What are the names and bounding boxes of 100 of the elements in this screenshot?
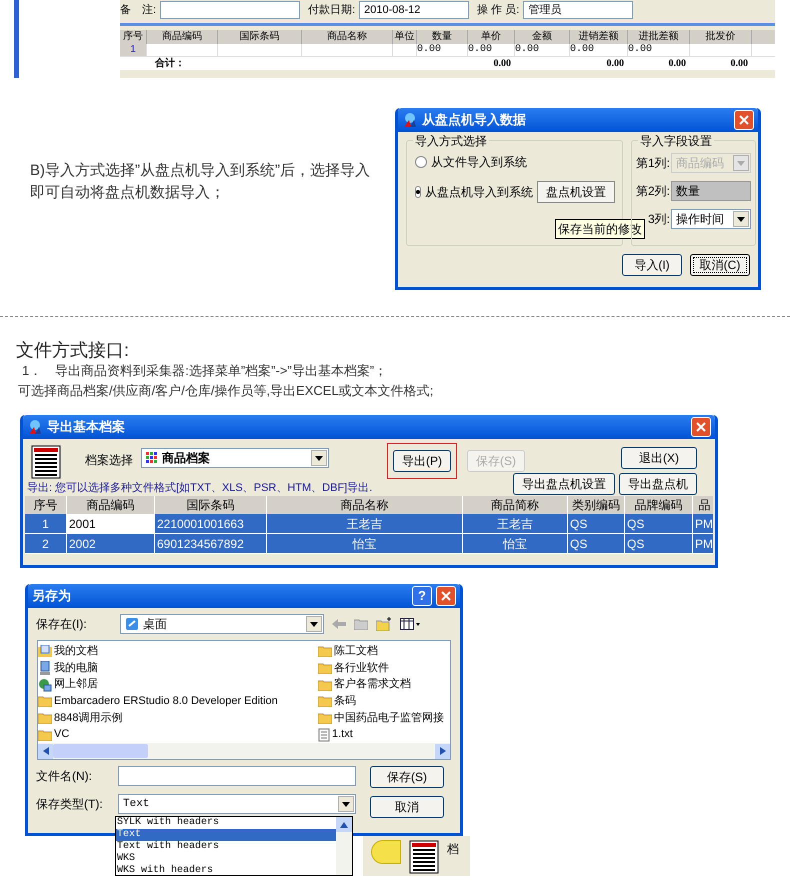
radio-label[interactable]: 从盘点机导入到系统 <box>425 183 533 201</box>
table-cell: 怡宝 <box>267 534 463 553</box>
table-cell: PM <box>693 534 715 553</box>
table-cell: 怡宝 <box>463 534 568 553</box>
spreadsheet-icon <box>31 445 61 479</box>
folder-icon <box>318 712 332 724</box>
input-field[interactable]: 管理员 <box>523 1 634 19</box>
file-item[interactable]: 我的电脑 <box>38 660 318 676</box>
dropdown-value: 桌面 <box>143 616 167 633</box>
table-cell: 2 <box>25 534 67 553</box>
radio-button[interactable] <box>415 156 427 168</box>
table-cell: 王老吉 <box>267 514 463 533</box>
file-item[interactable]: 8848调用示例 <box>38 710 318 726</box>
field-label: 保存在(I): <box>36 616 88 633</box>
field-label: 操 作 员: <box>477 2 520 18</box>
file-item[interactable]: 各行业软件 <box>318 660 444 676</box>
folder-icon <box>318 662 332 674</box>
network-icon <box>38 678 52 692</box>
file-item[interactable]: 客户各需求文档 <box>318 676 444 694</box>
column-header: 单位 <box>393 30 417 44</box>
location-dropdown[interactable]: 桌面 <box>120 614 324 634</box>
list-option[interactable]: SYLK with headers <box>116 817 336 829</box>
table-cell: 2210001001663 <box>155 514 267 533</box>
column-header: 国际条码 <box>218 30 302 44</box>
radio-button[interactable] <box>415 186 421 198</box>
field-label: 第2列: <box>636 183 670 200</box>
table-cell: 0.00 <box>515 44 570 56</box>
scroll-right-icon[interactable] <box>435 744 450 758</box>
file-item[interactable]: 我的文档 <box>38 643 318 660</box>
file-item[interactable]: VC <box>38 726 318 743</box>
vertical-scrollbar[interactable] <box>336 817 352 875</box>
input-field[interactable] <box>160 1 300 19</box>
folder-icon <box>318 695 332 708</box>
dialog-button[interactable]: 取消 <box>370 796 444 818</box>
file-item[interactable]: 中国药品电子监管网接 <box>318 710 444 726</box>
file-item[interactable]: 网上邻居 <box>38 676 318 694</box>
body-text: 1． 导出商品资料到采集器:选择菜单”档案”->”导出基本档案”； <box>22 362 388 380</box>
file-item[interactable]: 1.txt <box>318 726 444 743</box>
table-cell: 王老吉 <box>463 514 568 533</box>
list-option[interactable]: WKS with headers <box>116 865 336 875</box>
table-cell-text: 0.00 <box>492 57 512 71</box>
field-label: 档案选择 <box>85 452 133 469</box>
help-button[interactable]: ? <box>412 586 432 606</box>
instruction-text: B)导入方式选择”从盘点机导入到系统”后，选择导入即可自动将盘点机数据导入； <box>30 161 371 203</box>
dialog-button[interactable]: 导入(I) <box>622 254 682 276</box>
close-button[interactable] <box>734 110 754 130</box>
body-text: 可选择商品档案/供应商/客户/仓库/操作员等,导出EXCEL或文本文件格式; <box>18 382 434 400</box>
input-field[interactable]: 数量 <box>671 181 751 201</box>
field-label: 档 <box>447 841 459 858</box>
field-label: 第1列: <box>636 155 670 172</box>
input-field[interactable]: 2010-08-12 <box>359 1 470 19</box>
table-cell: QS <box>568 514 625 533</box>
table-cell: 0.00 <box>417 44 468 56</box>
scroll-up-icon[interactable] <box>336 817 352 832</box>
new-folder-icon[interactable] <box>376 617 392 631</box>
table-cell-text: 0.00 <box>668 57 687 71</box>
column-header: 金额 <box>515 30 570 44</box>
file-item[interactable]: 条码 <box>318 693 444 710</box>
field-label: 付款日期: <box>308 2 356 18</box>
hint-text: 导出: 您可以选择多种文件格式[如TXT、XLS、PSR、HTM、DBF]导出. <box>27 480 374 496</box>
device-export-button[interactable]: 导出盘点机 <box>619 473 697 495</box>
table-row[interactable]: 1 2001 2210001001663 王老吉 王老吉 QS QS PM <box>25 514 713 534</box>
list-option[interactable]: Text <box>116 829 336 841</box>
file-item[interactable]: 陈工文档 <box>318 643 444 660</box>
window-title: 导出基本档案 <box>47 418 126 436</box>
table-row[interactable]: 2 2002 6901234567892 怡宝 怡宝 QS QS PM <box>25 534 713 554</box>
column-header: 批发价 <box>690 30 752 44</box>
section-heading: 文件方式接口: <box>16 339 130 361</box>
toolbar-button[interactable]: 导出(P) <box>393 450 451 472</box>
scroll-left-icon[interactable] <box>38 744 53 758</box>
table-cell-text: 0.00 <box>606 57 625 71</box>
field-label: 备 注: <box>120 2 156 18</box>
horizontal-scrollbar[interactable] <box>38 743 450 759</box>
app-logo-icon <box>402 112 418 128</box>
file-item[interactable]: Embarcadero ERStudio 8.0 Developer Edition <box>38 693 318 710</box>
device-settings-button[interactable]: 盘点机设置 <box>537 181 615 203</box>
list-option[interactable]: WKS <box>116 853 336 865</box>
list-option[interactable]: Text with headers <box>116 841 336 853</box>
table-cell: QS <box>625 514 693 533</box>
table-cell: QS <box>625 534 693 553</box>
window-title: 从盘点机导入数据 <box>422 111 527 130</box>
device-export-button[interactable]: 导出盘点机设置 <box>513 473 615 495</box>
desktop-icon <box>125 617 139 631</box>
table-cell: 2002 <box>67 534 155 553</box>
close-icon <box>739 115 749 125</box>
app-logo-icon <box>27 419 43 435</box>
table-cell: PM <box>693 514 715 533</box>
view-menu-icon[interactable] <box>400 618 420 630</box>
archive-dropdown[interactable]: 商品档案 <box>141 448 329 468</box>
exit-button[interactable]: 退出(X) <box>621 447 697 469</box>
file-type-dropdown[interactable]: Text <box>118 794 356 814</box>
dialog-button[interactable]: 保存(S) <box>370 766 444 788</box>
close-button[interactable] <box>436 586 456 606</box>
dropdown-field[interactable]: 操作时间 <box>671 209 751 229</box>
radio-label[interactable]: 从文件导入到系统 <box>431 153 527 171</box>
table-cell: 6901234567892 <box>155 534 267 553</box>
close-button[interactable] <box>691 417 711 437</box>
dialog-button[interactable]: 取消(C) <box>690 254 750 276</box>
scroll-thumb[interactable] <box>53 744 148 758</box>
filename-field[interactable] <box>118 766 356 786</box>
